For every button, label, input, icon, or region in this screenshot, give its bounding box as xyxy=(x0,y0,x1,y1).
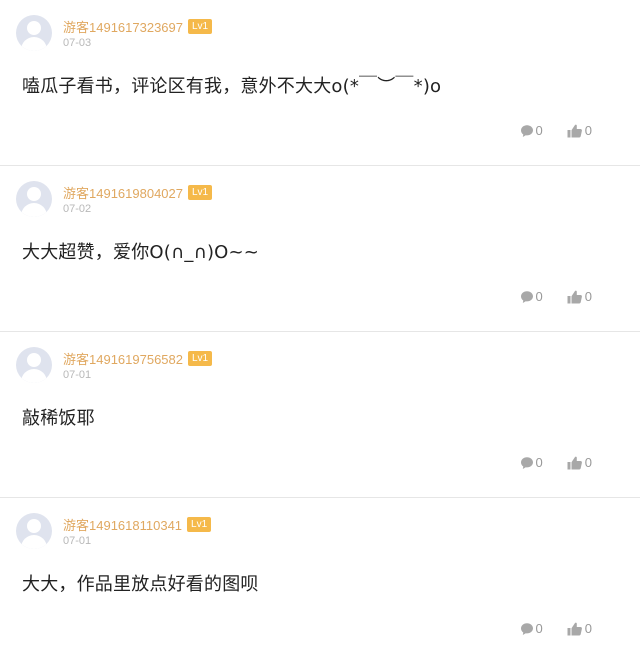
avatar[interactable] xyxy=(16,513,52,549)
avatar[interactable] xyxy=(16,181,52,217)
reply-count: 0 xyxy=(535,455,543,470)
username[interactable]: 游客1491617323697 xyxy=(63,17,183,36)
like-count: 0 xyxy=(584,289,592,304)
comment-text: 嗑瓜子看书，评论区有我，意外不大大o(*￣︶￣*)o xyxy=(22,76,442,97)
like-button[interactable]: 0 xyxy=(567,289,592,304)
comment-actions: 0 0 xyxy=(496,123,592,138)
like-count: 0 xyxy=(584,123,592,138)
avatar[interactable] xyxy=(16,15,52,51)
reply-count: 0 xyxy=(535,289,543,304)
comment-item: 游客1491619756582 Lv1 07-01 敲稀饭耶 0 0 xyxy=(0,332,640,498)
comment-date: 07-01 xyxy=(63,369,92,381)
comment-meta: 游客1491619804027 Lv1 07-02 xyxy=(63,182,213,215)
reply-button[interactable]: 0 xyxy=(520,621,543,636)
like-count: 0 xyxy=(584,621,592,636)
comment-bubble-icon xyxy=(520,622,534,636)
reply-count: 0 xyxy=(535,123,543,138)
comment-meta: 游客1491617323697 Lv1 07-03 xyxy=(63,16,213,49)
level-badge: Lv1 xyxy=(188,18,213,34)
comment-meta: 游客1491618110341 Lv1 07-01 xyxy=(63,514,212,547)
comment-date: 07-03 xyxy=(63,37,92,49)
like-button[interactable]: 0 xyxy=(567,455,592,470)
thumbs-up-icon xyxy=(567,124,583,138)
comment-item: 游客1491618110341 Lv1 07-01 大大，作品里放点好看的图呗 … xyxy=(0,498,640,660)
comment-feed: 游客1491617323697 Lv1 07-03 嗑瓜子看书，评论区有我，意外… xyxy=(0,0,640,660)
level-badge: Lv1 xyxy=(187,516,212,532)
comment-item: 游客1491617323697 Lv1 07-03 嗑瓜子看书，评论区有我，意外… xyxy=(0,0,640,166)
comment-date: 07-01 xyxy=(63,535,92,547)
comment-actions: 0 0 xyxy=(496,455,592,470)
comment-text: 大大，作品里放点好看的图呗 xyxy=(22,574,259,595)
comment-actions: 0 0 xyxy=(496,289,592,304)
like-count: 0 xyxy=(584,455,592,470)
thumbs-up-icon xyxy=(567,290,583,304)
comment-bubble-icon xyxy=(520,456,534,470)
comment-actions: 0 0 xyxy=(496,621,592,636)
username[interactable]: 游客1491619756582 xyxy=(63,349,183,368)
reply-button[interactable]: 0 xyxy=(520,455,543,470)
comment-meta: 游客1491619756582 Lv1 07-01 xyxy=(63,348,213,381)
comment-date: 07-02 xyxy=(63,203,92,215)
comment-bubble-icon xyxy=(520,124,534,138)
like-button[interactable]: 0 xyxy=(567,123,592,138)
username[interactable]: 游客1491619804027 xyxy=(63,183,183,202)
comment-text: 敲稀饭耶 xyxy=(22,408,95,429)
thumbs-up-icon xyxy=(567,622,583,636)
level-badge: Lv1 xyxy=(188,350,213,366)
comment-bubble-icon xyxy=(520,290,534,304)
comment-item: 游客1491619804027 Lv1 07-02 大大超赞，爱你O(∩_∩)O… xyxy=(0,166,640,332)
comment-text: 大大超赞，爱你O(∩_∩)O~~ xyxy=(22,242,260,263)
avatar[interactable] xyxy=(16,347,52,383)
reply-button[interactable]: 0 xyxy=(520,289,543,304)
reply-count: 0 xyxy=(535,621,543,636)
reply-button[interactable]: 0 xyxy=(520,123,543,138)
level-badge: Lv1 xyxy=(188,184,213,200)
thumbs-up-icon xyxy=(567,456,583,470)
username[interactable]: 游客1491618110341 xyxy=(63,515,182,534)
like-button[interactable]: 0 xyxy=(567,621,592,636)
